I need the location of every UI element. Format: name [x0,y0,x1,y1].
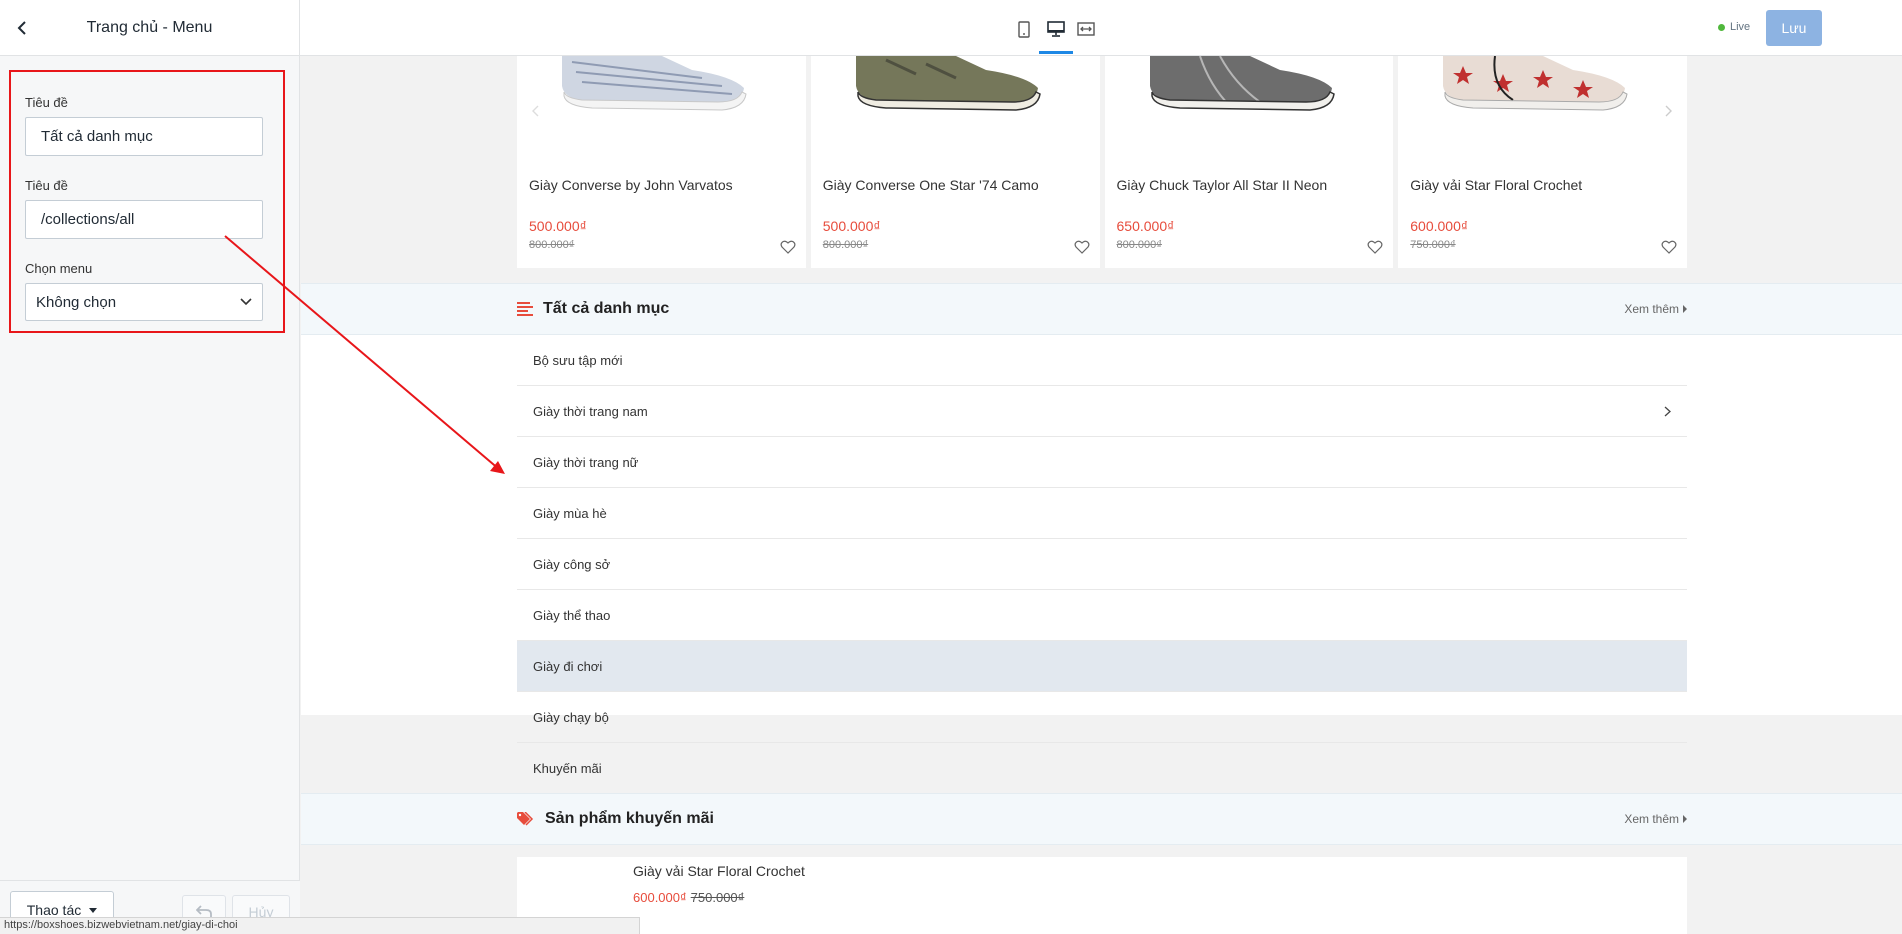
menu-item-label: Giày thời trang nam [533,403,648,419]
chevron-right-icon [1664,406,1671,416]
menu-item[interactable]: Giày thể thao [517,590,1687,641]
product-card[interactable]: Giày Converse One Star '74 Camo 500.000₫… [810,56,1100,268]
product-name[interactable]: Giày vải Star Floral Crochet [633,863,805,879]
product-name[interactable]: Giày Chuck Taylor All Star II Neon [1117,177,1328,193]
menu-select-label: Chọn menu [25,261,93,276]
actions-label: Thao tác [26,902,82,918]
product-name[interactable]: Giày Converse One Star '74 Camo [823,177,1039,193]
menu-item-label: Giày chạy bộ [533,709,609,725]
title-field-label: Tiêu đề [25,95,68,110]
settings-sidebar: Trang chủ - Menu Tiêu đề Tiêu đề Chọn me… [0,0,300,934]
menu-item[interactable]: Khuyến mãi [517,743,1687,794]
shoe-image [1149,56,1335,111]
desktop-icon [1047,21,1065,37]
back-button[interactable] [10,16,34,40]
fullwidth-icon [1077,22,1095,36]
heart-icon[interactable] [1074,239,1090,255]
view-more-link[interactable]: Xem thêm [1624,302,1687,316]
product-old-price: 800.000₫ [822,239,869,251]
menu-item[interactable]: Giày công sở [517,539,1687,590]
product-name[interactable]: Giày Converse by John Varvatos [529,177,733,193]
menu-item-label: Bộ sưu tập mới [533,352,623,368]
editor-topbar: Live Lưu [300,0,1902,56]
menu-item[interactable]: Giày thời trang nam [517,386,1687,437]
category-list: Bộ sưu tập mới Giày thời trang nam Giày … [517,335,1687,794]
product-name[interactable]: Giày vải Star Floral Crochet [1410,177,1582,193]
heart-icon[interactable] [1367,239,1383,255]
link-input[interactable] [25,200,263,239]
desktop-view-button[interactable] [1045,18,1067,40]
menu-select[interactable]: Không chọn [25,283,263,321]
sidebar-header: Trang chủ - Menu [0,0,299,56]
save-button[interactable]: Lưu [1766,10,1822,46]
active-device-indicator [1039,51,1073,54]
menu-item[interactable]: Giày thời trang nữ [517,437,1687,488]
product-old-price: 750.000₫ [690,890,745,905]
title-input[interactable] [25,117,263,156]
menu-item-label: Khuyến mãi [533,761,602,776]
product-price: 500.000₫ [529,218,587,234]
product-old-price: 800.000₫ [529,239,575,251]
product-card[interactable]: Giày Chuck Taylor All Star II Neon 650.0… [1104,56,1394,268]
menu-item-label: Giày thời trang nữ [533,454,639,470]
view-more-label: Xem thêm [1624,302,1679,316]
product-carousel: Giày Converse by John Varvatos 500.000₫ … [517,56,1687,268]
product-old-price: 750.000₫ [1410,239,1456,251]
product-price-row: 600.000₫ 750.000₫ [633,890,744,905]
product-old-price: 800.000₫ [1116,239,1162,251]
category-menu: Bộ sưu tập mới Giày thời trang nam Giày … [301,335,1902,776]
product-card[interactable]: Giày Converse by John Varvatos 500.000₫ … [517,56,806,268]
caret-down-icon [89,907,98,913]
mobile-view-button[interactable] [1013,18,1035,40]
live-dot-icon [1718,23,1725,31]
promo-product-card[interactable]: Giày vải Star Floral Crochet 600.000₫ 750… [517,857,1687,934]
tags-icon [517,812,534,826]
caret-right-icon [1683,305,1687,313]
mobile-icon [1018,20,1030,38]
section-title: Sản phẩm khuyến mãi [545,810,714,827]
theme-preview: Giày Converse by John Varvatos 500.000₫ … [301,56,1902,934]
menu-item-label: Giày đi chơi [533,658,603,674]
promo-section-header: Sản phẩm khuyến mãi Xem thêm [301,793,1902,845]
live-status: Live [1718,21,1750,33]
heart-icon[interactable] [780,239,796,255]
view-more-link[interactable]: Xem thêm [1624,812,1687,826]
carousel-prev-button[interactable] [523,98,549,124]
menu-select-value: Không chọn [36,293,117,311]
section-title: Tất cả danh mục [543,300,670,317]
caret-right-icon [1683,815,1687,823]
categories-section-header: Tất cả danh mục Xem thêm [301,283,1902,335]
chevron-left-icon [532,105,539,117]
status-bar-url: https://boxshoes.bizwebvietnam.net/giay-… [0,917,640,934]
carousel-next-button[interactable] [1655,98,1681,124]
chevron-down-icon [240,298,252,306]
menu-item[interactable]: Bộ sưu tập mới [517,335,1687,386]
heart-icon[interactable] [1661,239,1677,255]
menu-item[interactable]: Giày chạy bộ [517,692,1687,743]
link-field-label: Tiêu đề [25,178,68,193]
menu-item-label: Giày công sở [533,556,611,572]
chevron-left-icon [17,21,26,35]
fullwidth-view-button[interactable] [1075,18,1097,40]
menu-item[interactable]: Giày mùa hè [517,488,1687,539]
product-price: 600.000₫ [633,890,687,905]
menu-item-active[interactable]: Giày đi chơi [517,641,1687,692]
product-price: 500.000₫ [822,218,881,234]
settings-form: Tiêu đề Tiêu đề Chọn menu Không chọn [9,70,285,333]
shoe-image [855,56,1041,111]
shoe-image [1443,56,1628,111]
list-icon [517,302,533,316]
view-more-label: Xem thêm [1624,812,1679,826]
chevron-right-icon [1665,105,1673,117]
live-label: Live [1730,21,1751,33]
product-card[interactable]: Giày vải Star Floral Crochet 600.000₫ 75… [1398,56,1687,268]
menu-item-label: Giày mùa hè [533,505,607,521]
menu-item-label: Giày thể thao [533,607,611,623]
sidebar-title: Trang chủ - Menu [86,18,213,36]
product-price: 600.000₫ [1410,218,1469,234]
product-price: 650.000₫ [1116,218,1175,234]
shoe-image [562,56,747,111]
